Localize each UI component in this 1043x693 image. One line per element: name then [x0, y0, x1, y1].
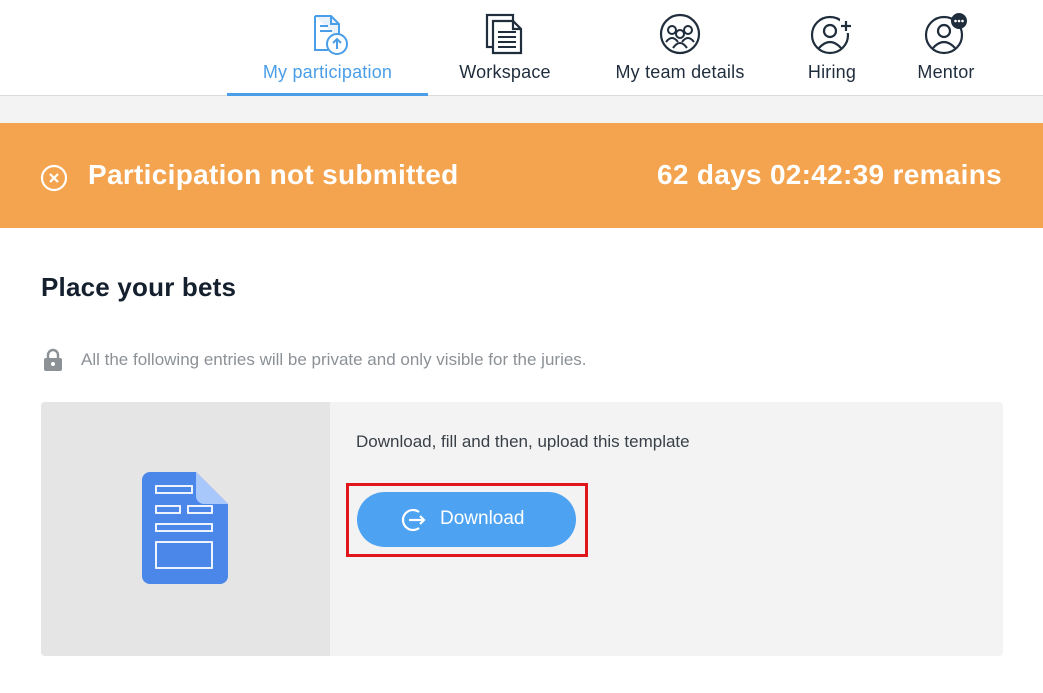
google-doc-icon [142, 472, 228, 589]
template-thumbnail [41, 402, 330, 656]
tab-label: Hiring [807, 62, 857, 82]
status-text: Participation not submitted [88, 159, 459, 190]
main-content: Place your bets All the following entrie… [0, 228, 1043, 693]
documents-icon [483, 12, 527, 56]
download-button[interactable]: Download [357, 492, 576, 547]
download-button-label: Download [440, 508, 525, 529]
lock-icon [43, 348, 63, 372]
top-navigation: My participation Workspace My team detai… [0, 0, 1043, 96]
tab-my-participation[interactable]: My participation [227, 0, 428, 96]
tab-mentor[interactable]: Mentor [907, 0, 985, 95]
tab-label: My team details [615, 62, 745, 82]
page-title: Place your bets [41, 272, 237, 302]
participation-status-banner: Participation not submitted 62 days 02:4… [0, 123, 1043, 228]
tab-hiring[interactable]: Hiring [797, 0, 867, 95]
tab-label: Workspace [459, 62, 551, 82]
template-instruction: Download, fill and then, upload this tem… [356, 432, 690, 451]
tab-my-team-details[interactable]: My team details [605, 0, 755, 95]
privacy-note: All the following entries will be privat… [43, 348, 587, 372]
add-user-icon [810, 12, 854, 56]
team-icon [658, 12, 702, 56]
countdown-timer: 62 days 02:42:39 remains [657, 159, 1002, 190]
download-arrow-icon [399, 506, 427, 534]
mentor-chat-icon [924, 12, 968, 56]
tab-label: My participation [262, 62, 393, 82]
upload-document-icon [306, 12, 350, 56]
close-circle-icon [40, 164, 68, 192]
tab-workspace[interactable]: Workspace [450, 0, 560, 95]
privacy-text: All the following entries will be privat… [81, 350, 587, 369]
tab-label: Mentor [917, 62, 975, 82]
